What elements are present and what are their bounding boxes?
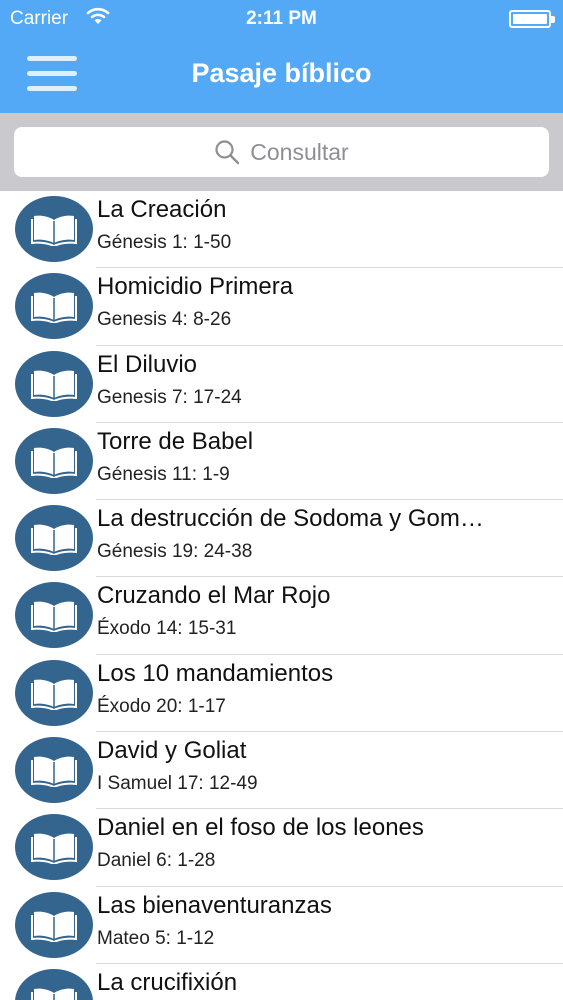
search-input[interactable]: Consultar [14,127,549,177]
book-icon [15,814,93,881]
passage-reference: Génesis 1: 1-50 [97,232,232,253]
passage-title: Cruzando el Mar Rojo [97,582,331,610]
passage-title: Los 10 mandamientos [97,659,334,687]
passage-title: Homicidio Primera [97,273,294,301]
list-item[interactable]: La destrucción de Sodoma y Gom… Génesis 1… [0,500,563,578]
passage-reference: Genesis 7: 17-24 [97,386,242,408]
passage-reference: Daniel 6: 1-28 [97,850,216,872]
search-bar: Consultar [0,113,563,191]
battery-icon [509,10,555,28]
passage-reference: Génesis 19: 24-38 [97,541,253,563]
book-icon [15,273,93,340]
passage-reference: Éxodo 20: 1-17 [97,695,226,717]
list-item[interactable]: Daniel en el foso de los leones Daniel 6:… [0,809,563,887]
status-bar: Carrier 2:11 PM [0,0,563,38]
book-icon [15,737,93,804]
list-item[interactable]: La crucifixión [0,964,563,1000]
list-item[interactable]: La Creación Génesis 1: 1-50 [0,191,563,269]
book-icon [15,505,93,572]
passage-reference: Éxodo 14: 15-31 [97,618,237,640]
book-icon [15,659,93,726]
passage-reference: Génesis 11: 1-9 [97,463,230,485]
navigation-bar: Carrier 2:11 PM Pasaje bíblico [0,0,563,113]
passage-title: Las bienaventuranzas [97,891,332,919]
list-item[interactable]: Homicidio Primera Genesis 4: 8-26 [0,268,563,346]
passage-title: La Creación [97,196,227,223]
book-icon [15,427,93,494]
passage-title: La crucifixión [97,968,238,996]
book-icon [15,891,93,958]
passage-title: Daniel en el foso de los leones [97,814,424,842]
search-placeholder: Consultar [250,138,349,165]
passage-title: Torre de Babel [97,427,254,455]
passage-title: La destrucción de Sodoma y Gom… [97,505,484,533]
book-icon [15,350,93,417]
list-item[interactable]: Los 10 mandamientos Éxodo 20: 1-17 [0,655,563,733]
book-icon [15,968,93,1000]
passage-reference: Genesis 4: 8-26 [97,309,232,331]
list-item[interactable]: Cruzando el Mar Rojo Éxodo 14: 15-31 [0,577,563,655]
passage-title: David y Goliat [97,737,247,765]
list-item[interactable]: Las bienaventuranzas Mateo 5: 1-12 [0,887,563,964]
status-time: 2:11 PM [246,8,317,29]
passage-list: La Creación Génesis 1: 1-50 Homicidio Prim… [0,191,563,1000]
list-item[interactable]: Torre de Babel Génesis 11: 1-9 [0,423,563,501]
page-title: Pasaje bíblico [191,58,372,88]
book-icon [15,196,93,262]
search-icon [215,140,240,165]
book-icon [15,582,93,649]
passage-reference: I Samuel 17: 12-49 [97,773,258,795]
passage-reference: Mateo 5: 1-12 [97,927,215,949]
passage-title: El Diluvio [97,350,198,378]
list-item[interactable]: El Diluvio Genesis 7: 17-24 [0,346,563,423]
list-item[interactable]: David y Goliat I Samuel 17: 12-49 [0,732,563,810]
